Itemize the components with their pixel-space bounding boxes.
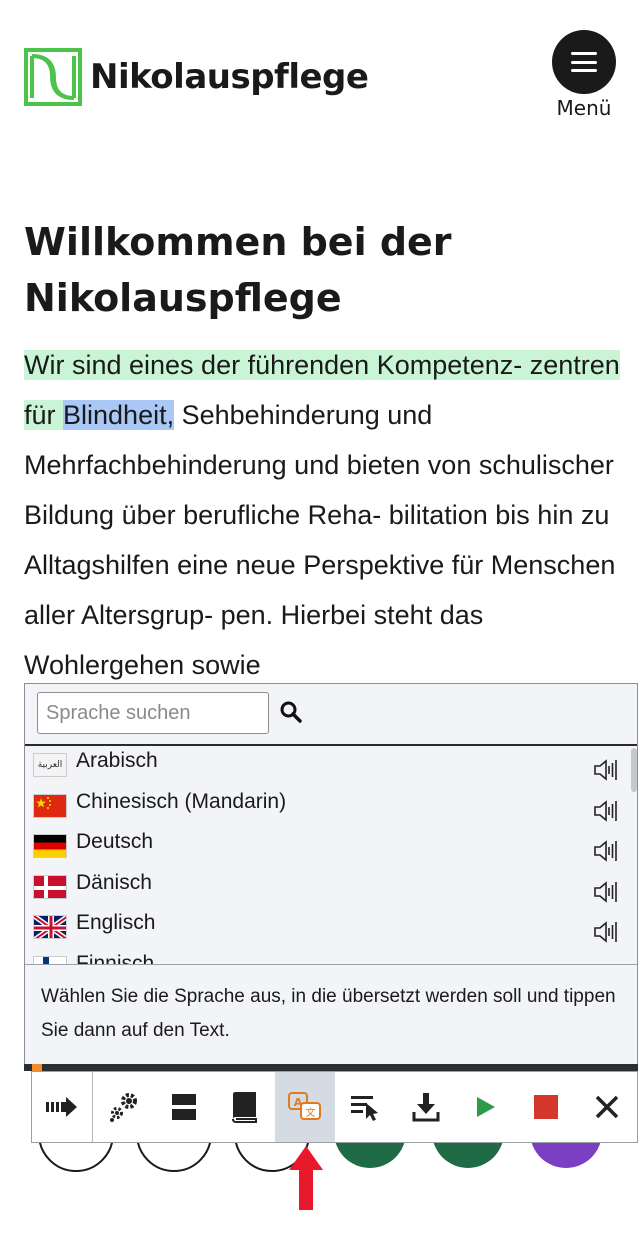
logo-text: Nikolauspflege — [90, 57, 369, 97]
language-label: Dänisch — [76, 870, 152, 894]
denmark-flag-icon — [33, 874, 67, 899]
stop-button[interactable] — [516, 1072, 576, 1142]
dictionary-book-icon — [232, 1092, 258, 1123]
menu-button[interactable] — [552, 30, 616, 94]
close-button[interactable] — [577, 1072, 637, 1142]
play-icon — [477, 1097, 496, 1117]
language-list[interactable]: العربية Arabisch Chinesisch (Mandarin) D… — [25, 746, 637, 965]
language-label: Finnisch — [76, 951, 155, 965]
nikolauspflege-logo-icon — [24, 48, 82, 106]
menu-label[interactable]: Menü — [548, 96, 620, 120]
toolbar-top-bar — [24, 1064, 638, 1071]
language-panel: العربية Arabisch Chinesisch (Mandarin) D… — [24, 683, 638, 1065]
language-label: Deutsch — [76, 830, 154, 853]
read-arrow-icon — [46, 1097, 78, 1117]
language-item-englisch[interactable]: Englisch — [25, 908, 637, 949]
translate-icon: A文 — [287, 1092, 321, 1120]
hamburger-icon — [571, 52, 597, 72]
layout-split-icon — [172, 1094, 197, 1120]
language-label: Englisch — [76, 911, 156, 934]
close-icon — [595, 1095, 619, 1119]
toolbar-accent — [32, 1064, 42, 1071]
speaker-icon[interactable] — [593, 839, 619, 863]
settings-button[interactable] — [93, 1072, 153, 1142]
stop-icon — [534, 1095, 559, 1119]
highlighted-word: Blindheit, — [63, 400, 175, 430]
logo[interactable]: Nikolauspflege — [24, 48, 369, 106]
speaker-icon[interactable] — [593, 758, 619, 782]
play-button[interactable] — [456, 1072, 516, 1142]
download-button[interactable] — [395, 1072, 455, 1142]
readspeaker-toolbar: A文 — [31, 1071, 638, 1143]
finland-flag-icon — [33, 955, 67, 964]
uk-flag-icon — [33, 915, 67, 939]
speaker-icon[interactable] — [593, 920, 619, 944]
read-button[interactable] — [32, 1072, 94, 1142]
speaker-icon[interactable] — [593, 799, 619, 823]
language-item-finnisch[interactable]: Finnisch — [25, 949, 637, 965]
translate-button[interactable]: A文 — [274, 1072, 336, 1142]
settings-gears-icon — [109, 1093, 137, 1122]
svg-text:文: 文 — [305, 1106, 315, 1119]
language-label: Chinesisch (Mandarin) — [76, 789, 287, 813]
dictionary-button[interactable] — [214, 1072, 274, 1142]
language-item-deutsch[interactable]: Deutsch — [25, 827, 637, 868]
language-list-scrollbar[interactable] — [631, 748, 637, 792]
select-text-icon — [351, 1096, 379, 1121]
layout-button[interactable] — [154, 1072, 214, 1142]
intro-paragraph[interactable]: Wir sind eines der führenden Kompetenz- … — [24, 340, 620, 690]
language-item-daenisch[interactable]: Dänisch — [25, 868, 637, 909]
language-item-arabisch[interactable]: العربية Arabisch — [25, 746, 637, 787]
search-icon[interactable] — [279, 700, 303, 724]
speaker-icon[interactable] — [593, 880, 619, 904]
red-pointer-arrow-icon — [289, 1146, 323, 1210]
arabic-flag-icon: العربية — [33, 753, 67, 777]
instruction-text: Wählen Sie die Sprache aus, in die übers… — [41, 986, 616, 1041]
page-title: Willkommen bei der Nikolauspflege — [24, 220, 452, 320]
language-search-input[interactable] — [37, 692, 269, 734]
language-label: Arabisch — [76, 749, 158, 772]
language-search-row — [25, 684, 637, 746]
language-item-chinesisch[interactable]: Chinesisch (Mandarin) — [25, 787, 637, 828]
text-select-button[interactable] — [335, 1072, 395, 1142]
intro-text: Sehbehinderung und Mehrfachbehinderung u… — [24, 400, 616, 680]
china-flag-icon — [33, 793, 67, 818]
germany-flag-icon — [33, 834, 67, 858]
download-icon — [412, 1093, 440, 1122]
